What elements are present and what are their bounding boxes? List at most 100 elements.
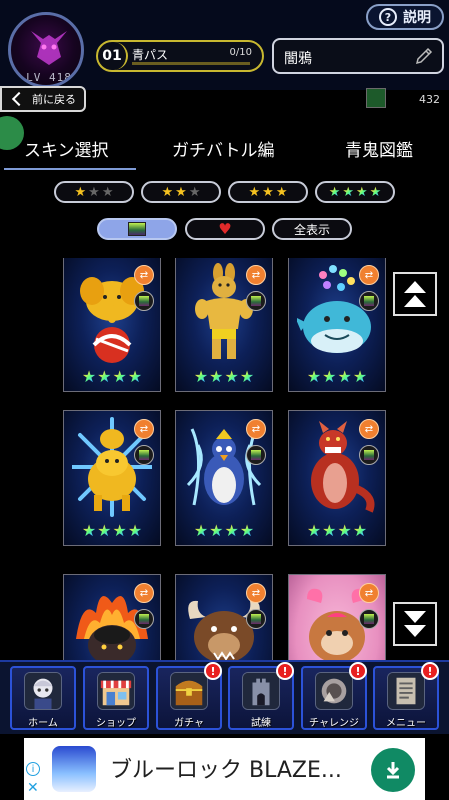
tab-gachi-battle[interactable]: ガチバトル編 (172, 136, 275, 161)
nav-label: 試練 (251, 718, 271, 729)
skin-badge-icon (134, 609, 154, 629)
scroll-bottom-button[interactable] (393, 602, 437, 646)
filter-2-star[interactable]: ★ ★ ★ (141, 181, 221, 203)
skin-card[interactable]: ⇄ (288, 574, 386, 660)
swap-badge-icon: ⇄ (134, 265, 154, 285)
swap-badge-icon: ⇄ (134, 419, 154, 439)
skin-card[interactable]: ⇄ (175, 574, 273, 660)
star-icon: ★ (356, 184, 368, 200)
download-icon (386, 762, 400, 779)
nav-label: メニュー (386, 718, 426, 729)
rarity-star-icon: ★ (322, 521, 337, 540)
heart-icon: ♥ (218, 220, 232, 238)
card-rarity: ★ ★ ★ ★ (176, 523, 272, 539)
rarity-star-icon: ★ (97, 521, 112, 540)
rarity-star-icon: ★ (97, 367, 112, 386)
star-icon: ★ (188, 184, 201, 200)
rarity-star-icon: ★ (127, 367, 143, 386)
nav-shop[interactable]: ショップ (83, 666, 149, 730)
filter-favorite[interactable]: ♥ (185, 218, 265, 240)
swap-badge-icon: ⇄ (134, 583, 154, 603)
skin-ticket-icon (366, 88, 386, 108)
rarity-star-icon: ★ (224, 521, 239, 540)
player-name-field[interactable]: 闇鴉 (272, 38, 444, 74)
swap-badge-icon: ⇄ (359, 265, 379, 285)
swap-badge-icon: ⇄ (359, 583, 379, 603)
skin-card[interactable]: ⇄ ★ ★ ★ ★ (63, 410, 161, 546)
star-icon: ★ (328, 184, 341, 200)
star-icon: ★ (275, 184, 288, 200)
skin-badge-icon (246, 609, 266, 629)
tab-aooni-encyclopedia[interactable]: 青鬼図鑑 (345, 136, 413, 161)
swap-badge-icon: ⇄ (359, 419, 379, 439)
card-rarity: ★ ★ ★ ★ (176, 369, 272, 385)
rarity-star-icon: ★ (239, 521, 255, 540)
ad-banner[interactable]: i ✕ ブルーロック BLAZE... (24, 738, 425, 800)
ad-info-icon[interactable]: i (26, 762, 40, 776)
skin-badge-icon (359, 291, 379, 311)
skin-thumbnail-icon (128, 222, 146, 236)
pass-count: 0/10 (229, 47, 252, 58)
star-icon: ★ (88, 184, 100, 200)
rarity-star-icon: ★ (112, 521, 127, 540)
card-rarity: ★ ★ ★ ★ (289, 523, 385, 539)
tab-skin-select[interactable]: スキン選択 (24, 136, 109, 161)
skin-badge-icon (134, 291, 154, 311)
pass-progress-bar (132, 62, 250, 65)
shop-icon (97, 672, 135, 710)
nav-trial[interactable]: 試練 ! (228, 662, 294, 730)
star-icon: ★ (175, 184, 187, 200)
tower-icon (242, 672, 280, 710)
player-avatar[interactable]: LV 418 (8, 12, 84, 88)
swap-badge-icon: ⇄ (246, 419, 266, 439)
rarity-star-icon: ★ (239, 367, 255, 386)
skin-card[interactable]: ⇄ ★ ★ ★ ★ (288, 410, 386, 546)
player-level: LV 418 (26, 71, 72, 84)
rarity-star-icon: ★ (352, 521, 368, 540)
pass-name: 青パス (132, 48, 169, 62)
skin-card[interactable]: ⇄ ★ ★ ★ ★ (63, 258, 161, 392)
filter-1-star[interactable]: ★ ★ ★ (54, 181, 134, 203)
scroll-top-button[interactable] (393, 272, 437, 316)
filter-skin-owned[interactable] (97, 218, 177, 240)
skin-card[interactable]: ⇄ ★ ★ ★ ★ (175, 258, 273, 392)
skin-card[interactable]: ⇄ ★ ★ ★ ★ (288, 258, 386, 392)
nav-gacha[interactable]: ガチャ ! (156, 662, 222, 730)
pass-number: 01 (98, 42, 128, 70)
double-up-arrow-icon (404, 281, 426, 307)
rarity-star-icon: ★ (209, 521, 224, 540)
swap-badge-icon: ⇄ (246, 583, 266, 603)
download-button[interactable] (371, 748, 415, 792)
menu-icon (387, 672, 425, 710)
tab-bar: スキン選択 ガチバトル編 青鬼図鑑 (0, 128, 449, 172)
star-icon: ★ (101, 184, 114, 200)
ad-close-icon[interactable]: ✕ (27, 780, 39, 796)
header: LV 418 ? 説明 01 青パス 0/10 闇鴉 (0, 0, 449, 90)
notification-badge: ! (349, 662, 367, 680)
skin-card[interactable]: ⇄ (63, 574, 161, 660)
star-icon: ★ (369, 184, 382, 200)
active-tab-underline (4, 168, 136, 170)
help-button[interactable]: ? 説明 (366, 4, 444, 30)
filter-4-star[interactable]: ★ ★ ★ ★ (315, 181, 395, 203)
skin-card[interactable]: ⇄ ★ ★ ★ ★ (175, 410, 273, 546)
star-icon: ★ (248, 184, 261, 200)
notification-badge: ! (204, 662, 222, 680)
rarity-star-icon: ★ (306, 367, 322, 386)
pencil-icon[interactable] (414, 46, 434, 66)
nav-home[interactable]: ホーム (10, 666, 76, 730)
help-label: 説明 (403, 10, 431, 26)
star-icon: ★ (262, 184, 274, 200)
currency-count: 432 (419, 93, 440, 106)
pass-progress[interactable]: 01 青パス 0/10 (96, 40, 264, 72)
filter-show-all[interactable]: 全表示 (272, 218, 352, 240)
filter-3-star[interactable]: ★ ★ ★ (228, 181, 308, 203)
rarity-star-icon: ★ (306, 521, 322, 540)
show-all-label: 全表示 (293, 222, 330, 237)
back-button[interactable]: 前に戻る (0, 86, 86, 112)
nav-menu[interactable]: メニュー ! (373, 662, 439, 730)
nav-label: ガチャ (174, 718, 204, 729)
question-icon: ? (379, 8, 397, 26)
nav-challenge[interactable]: チャレンジ ! (301, 662, 367, 730)
card-rarity: ★ ★ ★ ★ (64, 523, 160, 539)
